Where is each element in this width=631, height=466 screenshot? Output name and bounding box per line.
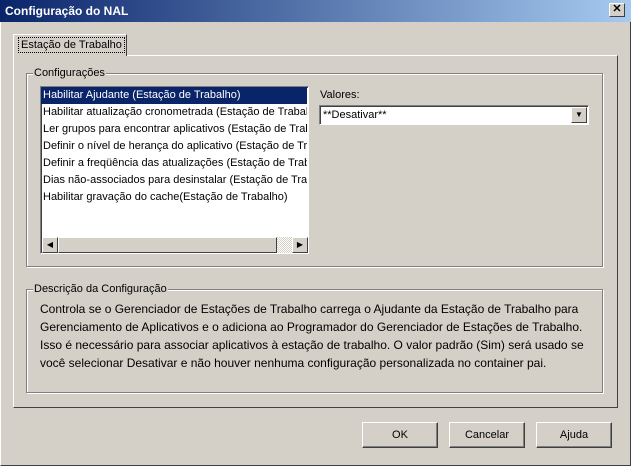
title-bar: Configuração do NAL ✕ [0, 0, 631, 22]
list-item[interactable]: Ler grupos para encontrar aplicativos (E… [41, 121, 307, 138]
description-text: Controla se o Gerenciador de Estações de… [40, 302, 584, 370]
scrollbar-thumb[interactable] [58, 237, 277, 253]
help-button[interactable]: Ajuda [536, 422, 612, 448]
settings-group-title: Configurações [33, 67, 106, 79]
valores-dropdown[interactable]: **Desativar** ▼ [319, 105, 589, 125]
scroll-left-button[interactable]: ◀ [42, 237, 58, 253]
cancel-button[interactable]: Cancelar [449, 422, 525, 448]
arrow-left-icon: ◀ [46, 240, 54, 249]
list-item[interactable]: Habilitar atualização cronometrada (Esta… [41, 104, 307, 121]
list-item[interactable]: Dias não-associados para desinstalar (Es… [41, 172, 307, 189]
tab-estacao-de-trabalho[interactable]: Estação de Trabalho [13, 34, 127, 56]
arrow-right-icon: ▶ [296, 240, 304, 249]
dropdown-button[interactable]: ▼ [571, 107, 587, 123]
valores-selected-value: **Desativar** [323, 109, 387, 121]
chevron-down-icon: ▼ [575, 110, 583, 119]
list-item[interactable]: Definir o nível de herança do aplicativo… [41, 138, 307, 155]
list-item[interactable]: Definir a freqüência das atualizações (E… [41, 155, 307, 172]
description-group-title: Descrição da Configuração [33, 283, 168, 295]
close-icon: ✕ [612, 3, 622, 15]
horizontal-scrollbar[interactable]: ◀ ▶ [42, 237, 308, 253]
scrollbar-track[interactable] [277, 237, 292, 253]
list-item[interactable]: Habilitar Ajudante (Estação de Trabalho) [41, 87, 307, 104]
list-item[interactable]: Habilitar gravação do cache(Estação de T… [41, 189, 307, 206]
tab-label: Estação de Trabalho [18, 37, 125, 53]
ok-button[interactable]: OK [362, 422, 438, 448]
window-title: Configuração do NAL [5, 4, 129, 18]
close-button[interactable]: ✕ [609, 3, 625, 17]
settings-listbox[interactable]: Habilitar Ajudante (Estação de Trabalho)… [40, 86, 309, 254]
scroll-right-button[interactable]: ▶ [292, 237, 308, 253]
valores-label: Valores: [320, 89, 360, 101]
